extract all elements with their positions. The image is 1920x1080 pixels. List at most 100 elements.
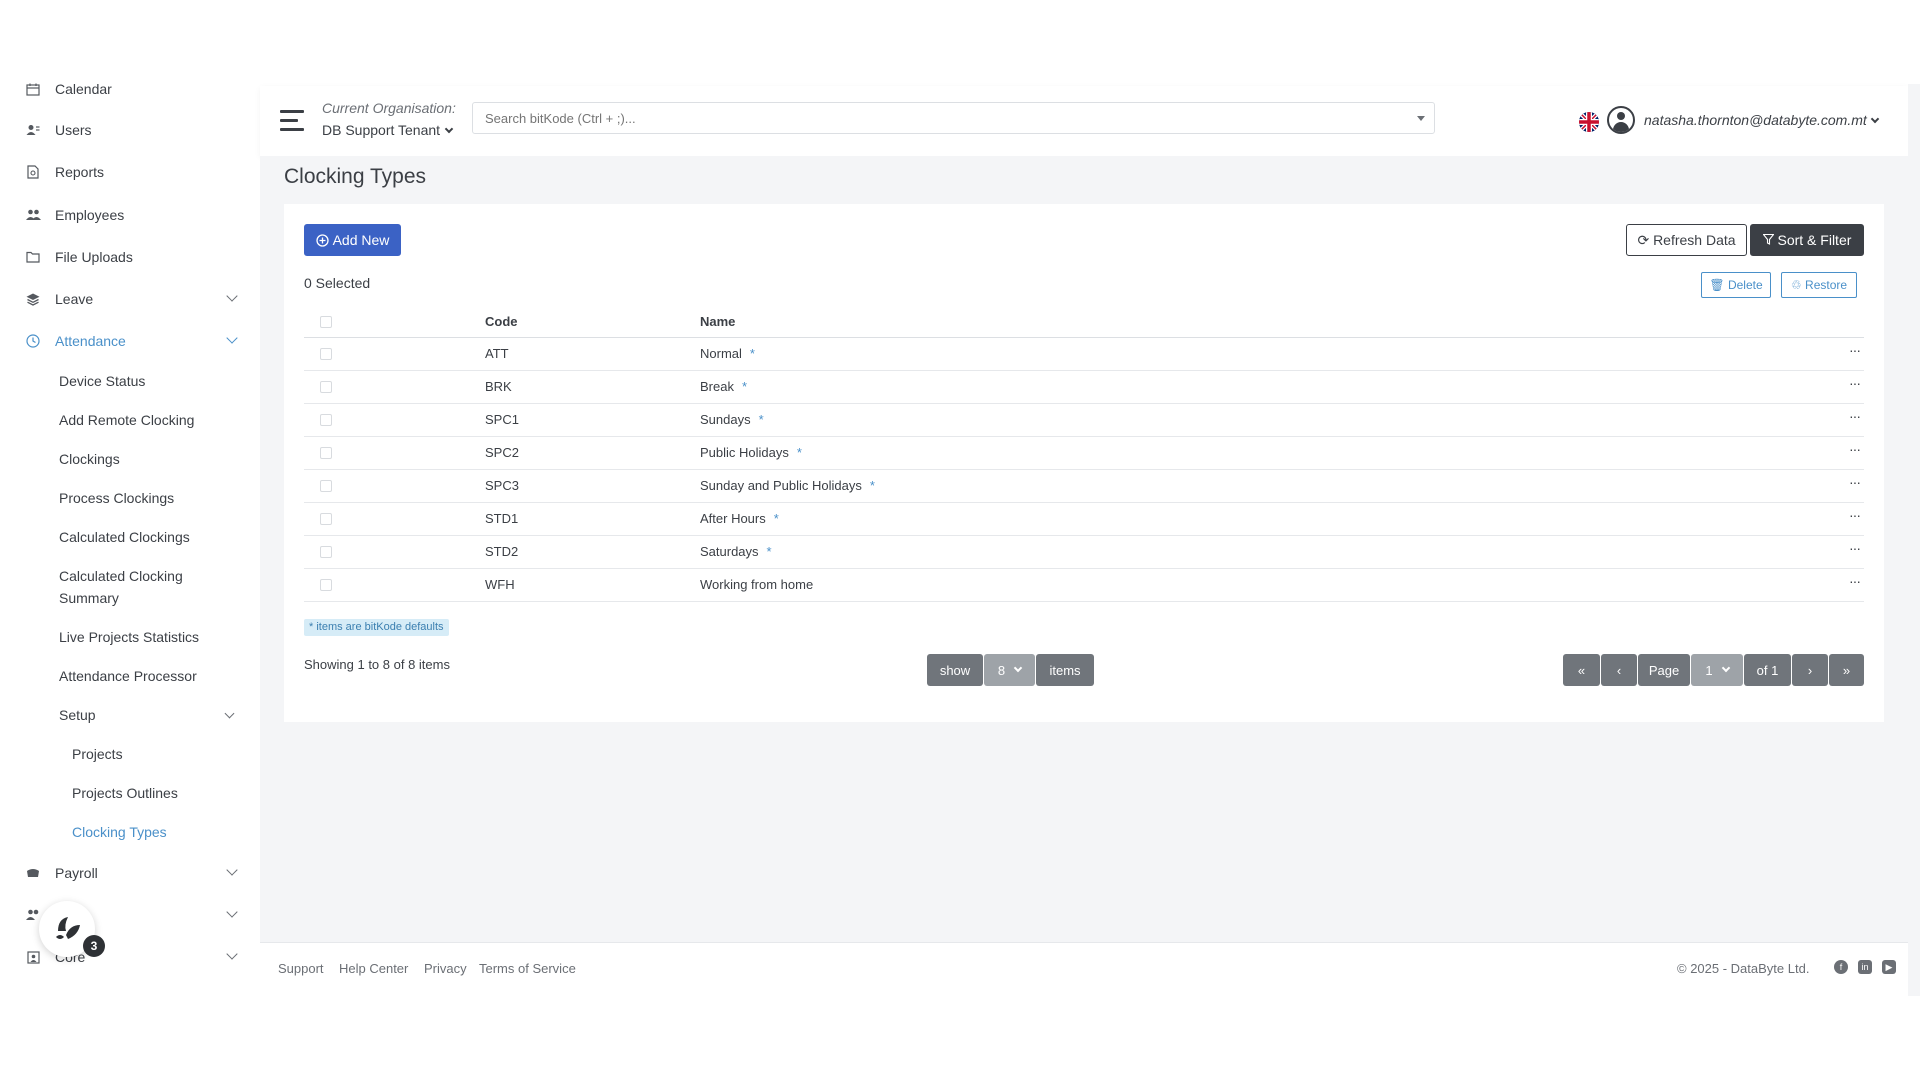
chevron-down-icon bbox=[444, 124, 454, 134]
user-menu[interactable]: natasha.thornton@databyte.com.mt bbox=[1644, 112, 1880, 128]
row-checkbox[interactable] bbox=[320, 348, 332, 360]
row-actions-icon[interactable]: ··· bbox=[1849, 441, 1861, 457]
row-checkbox[interactable] bbox=[320, 447, 332, 459]
table-row[interactable]: BRK Break * ··· bbox=[304, 371, 1864, 404]
sidebar-item-reports[interactable]: Reports bbox=[0, 152, 260, 192]
table-row[interactable]: SPC3 Sunday and Public Holidays * ··· bbox=[304, 470, 1864, 503]
sidebar-subitem-calculated-clockings[interactable]: Calculated Clockings bbox=[59, 526, 239, 548]
table-row[interactable]: ATT Normal * ··· bbox=[304, 338, 1864, 371]
sidebar-subitem-attendance-processor[interactable]: Attendance Processor bbox=[59, 665, 239, 687]
table-row[interactable]: WFH Working from home ··· bbox=[304, 569, 1864, 602]
sidebar-subitem-device-status[interactable]: Device Status bbox=[59, 370, 239, 392]
sidebar-subitem-setup[interactable]: Setup bbox=[59, 704, 239, 726]
footer-link-help-center[interactable]: Help Center bbox=[339, 961, 408, 976]
chevron-down-icon bbox=[226, 864, 238, 876]
linkedin-icon[interactable]: in bbox=[1858, 960, 1872, 974]
sidebar-item-calendar[interactable]: Calendar bbox=[0, 69, 260, 109]
delete-button[interactable]: 🗑 Delete bbox=[1701, 272, 1771, 298]
footer: Support Help Center Privacy Terms of Ser… bbox=[260, 942, 1908, 995]
sidebar-item-core[interactable]: Core bbox=[0, 937, 260, 977]
default-marker: * bbox=[749, 346, 755, 361]
select-all-checkbox[interactable] bbox=[320, 316, 332, 328]
chevron-right-icon: › bbox=[1807, 662, 1813, 678]
facebook-icon[interactable]: f bbox=[1834, 960, 1848, 974]
sidebar-subitem-process-clockings[interactable]: Process Clockings bbox=[59, 487, 239, 509]
sidebar-item-file-uploads[interactable]: File Uploads bbox=[0, 237, 260, 277]
search-input[interactable] bbox=[472, 102, 1435, 134]
restore-button[interactable]: ♲ Restore bbox=[1781, 272, 1857, 298]
sidebar-item-leave[interactable]: Leave bbox=[0, 279, 260, 319]
cell-name-text: Working from home bbox=[700, 577, 814, 592]
row-actions-icon[interactable]: ··· bbox=[1849, 342, 1861, 358]
row-actions-icon[interactable]: ··· bbox=[1849, 507, 1861, 523]
table-row[interactable]: SPC1 Sundays * ··· bbox=[304, 404, 1864, 437]
column-header-name[interactable]: Name bbox=[700, 314, 735, 329]
sidebar-item-payroll[interactable]: Payroll bbox=[0, 853, 260, 893]
row-actions-icon[interactable]: ··· bbox=[1849, 540, 1861, 556]
cell-code: SPC1 bbox=[485, 412, 519, 427]
refresh-icon: ⟳ bbox=[1637, 231, 1650, 248]
employees-icon bbox=[25, 207, 41, 223]
last-page-button[interactable]: » bbox=[1829, 654, 1864, 686]
table-row[interactable]: SPC2 Public Holidays * ··· bbox=[304, 437, 1864, 470]
row-actions-icon[interactable]: ··· bbox=[1849, 573, 1861, 589]
youtube-icon[interactable]: ▶ bbox=[1882, 960, 1896, 974]
sidebar-subitem-projects-outlines[interactable]: Projects Outlines bbox=[72, 782, 178, 804]
footer-link-terms[interactable]: Terms of Service bbox=[479, 961, 576, 976]
double-chevron-left-icon: « bbox=[1577, 662, 1586, 678]
current-page-value: 1 bbox=[1705, 662, 1713, 678]
row-checkbox[interactable] bbox=[320, 513, 332, 525]
default-marker: * bbox=[766, 544, 772, 559]
footer-link-privacy[interactable]: Privacy bbox=[424, 961, 467, 976]
next-page-button[interactable]: › bbox=[1792, 654, 1828, 686]
row-actions-icon[interactable]: ··· bbox=[1849, 474, 1861, 490]
sidebar-item-attendance[interactable]: Attendance bbox=[0, 321, 260, 361]
prev-page-button[interactable]: ‹ bbox=[1601, 654, 1637, 686]
notification-badge: 3 bbox=[83, 935, 105, 957]
first-page-button[interactable]: « bbox=[1563, 654, 1600, 686]
table-row[interactable]: STD1 After Hours * ··· bbox=[304, 503, 1864, 536]
row-checkbox[interactable] bbox=[320, 579, 332, 591]
sort-filter-button[interactable]: Sort & Filter bbox=[1750, 224, 1864, 256]
sort-filter-label: Sort & Filter bbox=[1777, 232, 1852, 248]
cell-name-text: Normal bbox=[700, 346, 742, 361]
cell-name: Working from home bbox=[700, 577, 821, 592]
users-icon bbox=[25, 122, 41, 138]
cell-name-text: Break bbox=[700, 379, 734, 394]
sidebar-item-label: File Uploads bbox=[55, 249, 133, 265]
sidebar-subitem-add-remote-clocking[interactable]: Add Remote Clocking bbox=[59, 409, 239, 431]
row-checkbox[interactable] bbox=[320, 414, 332, 426]
core-icon bbox=[25, 949, 41, 965]
sidebar-item-users[interactable]: Users bbox=[0, 110, 260, 150]
default-marker: * bbox=[796, 445, 802, 460]
row-checkbox[interactable] bbox=[320, 546, 332, 558]
footer-link-support[interactable]: Support bbox=[278, 961, 324, 976]
sidebar-subitem-clocking-types[interactable]: Clocking Types bbox=[72, 821, 167, 843]
page-select[interactable]: 1 bbox=[1691, 654, 1743, 686]
sidebar-item-employees[interactable]: Employees bbox=[0, 195, 260, 235]
row-actions-icon[interactable]: ··· bbox=[1849, 375, 1861, 391]
row-actions-icon[interactable]: ··· bbox=[1849, 408, 1861, 424]
current-organisation-label: Current Organisation: bbox=[322, 100, 456, 116]
sidebar-subitem-live-projects-statistics[interactable]: Live Projects Statistics bbox=[59, 626, 239, 648]
column-header-code[interactable]: Code bbox=[485, 314, 518, 329]
uk-flag-icon[interactable] bbox=[1579, 112, 1599, 132]
support-widget-button[interactable]: 3 bbox=[39, 901, 105, 957]
page-title: Clocking Types bbox=[284, 165, 427, 188]
per-page-select[interactable]: 8 bbox=[984, 654, 1035, 686]
sidebar-subitem-clockings[interactable]: Clockings bbox=[59, 448, 239, 470]
table-row[interactable]: STD2 Saturdays * ··· bbox=[304, 536, 1864, 569]
hamburger-menu-icon[interactable] bbox=[280, 110, 304, 132]
organisation-selector[interactable]: DB Support Tenant bbox=[322, 122, 454, 138]
payroll-icon bbox=[25, 865, 41, 881]
sidebar-item-label: Employees bbox=[55, 207, 125, 223]
user-avatar-icon[interactable] bbox=[1607, 106, 1635, 134]
row-checkbox[interactable] bbox=[320, 480, 332, 492]
add-new-button[interactable]: Add New bbox=[304, 224, 401, 256]
refresh-data-button[interactable]: ⟳ Refresh Data bbox=[1626, 224, 1747, 256]
per-page-value: 8 bbox=[997, 662, 1006, 678]
caret-down-icon[interactable] bbox=[1417, 116, 1425, 121]
sidebar-subitem-calculated-clocking-summary[interactable]: Calculated Clocking Summary bbox=[59, 565, 209, 609]
sidebar-subitem-projects[interactable]: Projects bbox=[72, 743, 123, 765]
row-checkbox[interactable] bbox=[320, 381, 332, 393]
